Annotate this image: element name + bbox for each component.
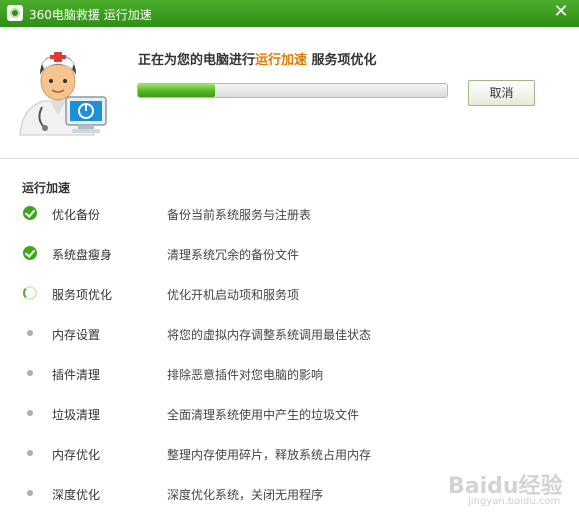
task-name: 服务项优化 — [52, 288, 113, 302]
check-circle-icon — [23, 206, 37, 220]
task-description: 清理系统冗余的备份文件 — [167, 248, 300, 262]
task-description: 全面清理系统使用中产生的垃圾文件 — [167, 408, 360, 422]
task-description: 优化开机启动项和服务项 — [167, 288, 300, 302]
task-name: 系统盘瘦身 — [52, 248, 113, 262]
pending-dot-icon — [23, 326, 37, 340]
status-message: 正在为您的电脑进行运行加速 服务项优化 — [138, 49, 377, 68]
task-description: 深度优化系统，关闭无用程序 — [167, 488, 324, 502]
window-title: 360电脑救援 运行加速 — [29, 8, 152, 22]
status-highlight: 运行加速 — [255, 53, 308, 68]
progress-bar — [137, 83, 448, 98]
task-row: 内存设置 将您的虚拟内存调整系统调用最佳状态 — [0, 320, 579, 360]
task-row: 垃圾清理 全面清理系统使用中产生的垃圾文件 — [0, 400, 579, 440]
task-row: 系统盘瘦身 清理系统冗余的备份文件 — [0, 240, 579, 280]
close-button[interactable]: ✕ — [551, 2, 571, 22]
task-description: 备份当前系统服务与注册表 — [167, 208, 312, 222]
task-row: 优化备份 备份当前系统服务与注册表 — [0, 200, 579, 240]
task-name: 插件清理 — [52, 368, 101, 382]
task-description: 排除恶意插件对您电脑的影响 — [167, 368, 324, 382]
divider — [0, 158, 579, 159]
task-name: 优化备份 — [52, 208, 101, 222]
check-circle-icon — [23, 246, 37, 260]
pending-dot-icon — [23, 366, 37, 380]
spinner-icon — [23, 286, 37, 300]
task-row: 服务项优化 优化开机启动项和服务项 — [0, 280, 579, 320]
pending-dot-icon — [23, 406, 37, 420]
watermark-url: jingyan.baidu.com — [468, 496, 561, 507]
task-name: 深度优化 — [52, 488, 101, 502]
doctor-illustration-icon — [19, 52, 107, 136]
pending-dot-icon — [23, 486, 37, 500]
task-name: 内存设置 — [52, 328, 101, 342]
cancel-button[interactable]: 取消 — [468, 80, 535, 106]
status-prefix: 正在为您的电脑进行 — [138, 53, 256, 68]
pending-dot-icon — [23, 446, 37, 460]
task-row: 插件清理 排除恶意插件对您电脑的影响 — [0, 360, 579, 400]
task-name: 垃圾清理 — [52, 408, 101, 422]
task-description: 整理内存使用碎片，释放系统占用内存 — [167, 448, 372, 462]
progress-fill — [138, 84, 216, 97]
app-logo-icon — [7, 5, 23, 21]
status-suffix: 服务项优化 — [307, 53, 377, 68]
task-name: 内存优化 — [52, 448, 101, 462]
title-bar: 360电脑救援 运行加速 ✕ — [0, 0, 579, 27]
section-title: 运行加速 — [22, 181, 71, 195]
task-description: 将您的虚拟内存调整系统调用最佳状态 — [167, 328, 372, 342]
